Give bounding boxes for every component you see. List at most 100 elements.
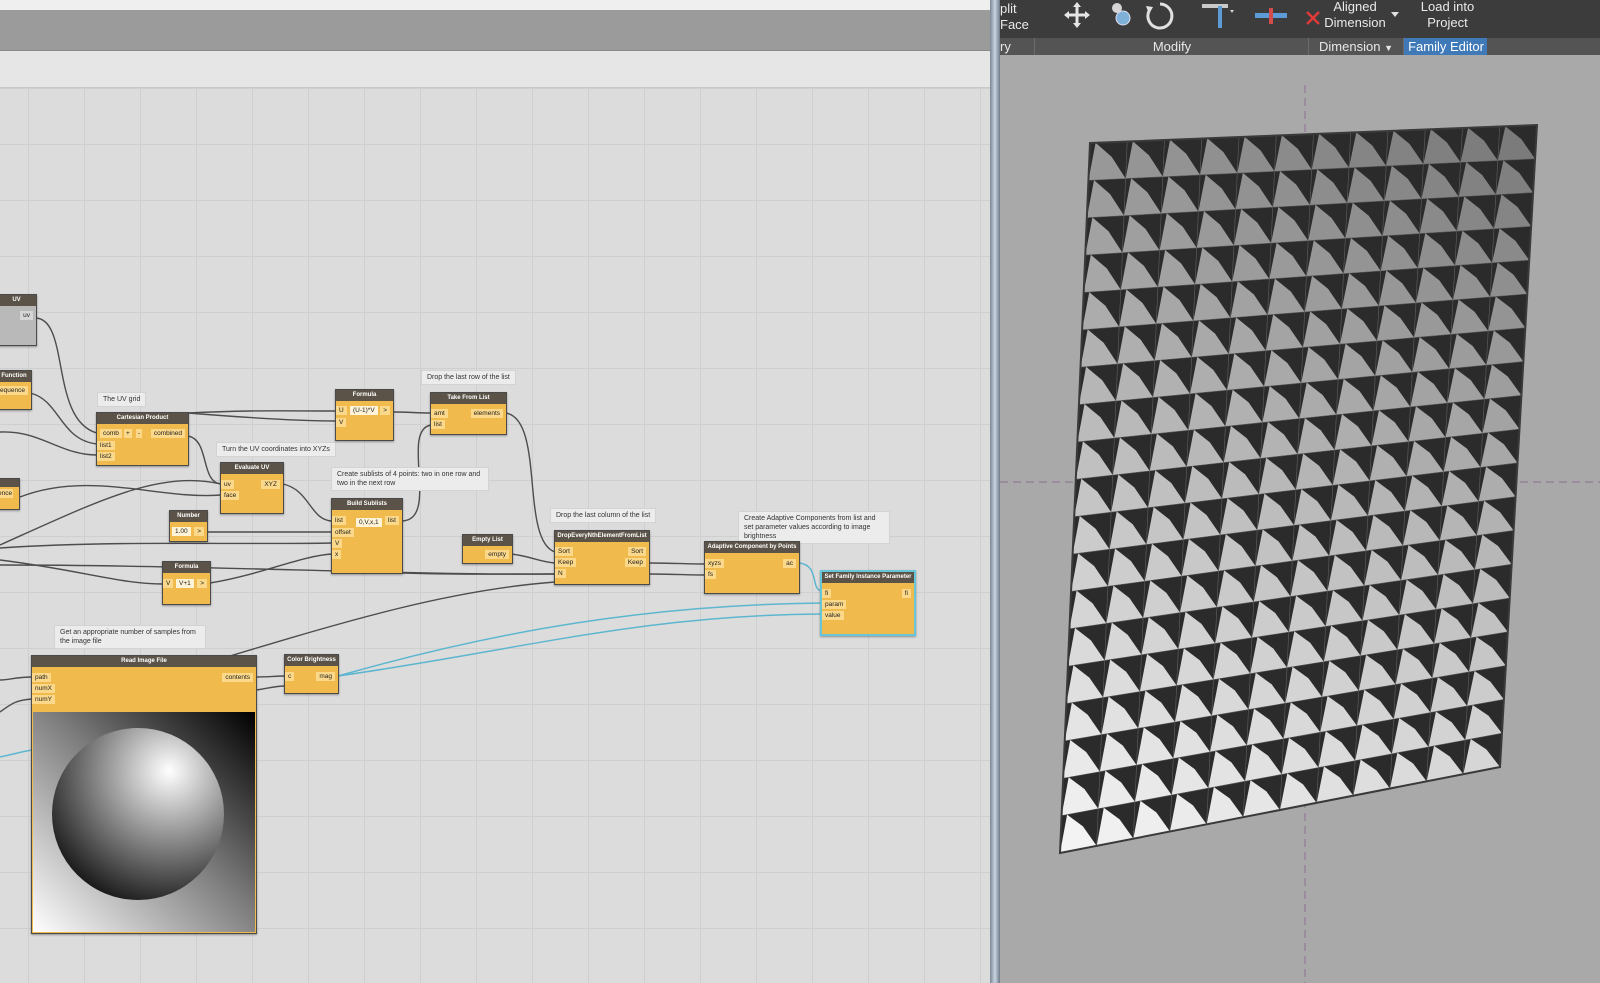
- node-take-from-list[interactable]: Take From List amt elements list: [430, 392, 507, 435]
- port-dropnth-sort-out[interactable]: Sort: [628, 547, 646, 556]
- port-list2[interactable]: list2: [97, 452, 115, 461]
- port-number-out[interactable]: >: [194, 527, 204, 536]
- 3d-view-canvas[interactable]: [1000, 55, 1600, 983]
- wire-empty-dropnth: [510, 553, 556, 564]
- move-icon[interactable]: [1062, 0, 1092, 30]
- node-set-family-instance-parameter[interactable]: Set Family Instance Parameter fi fi para…: [820, 570, 916, 636]
- note-samples[interactable]: Get an appropriate number of samples fro…: [54, 625, 206, 649]
- port-formula-2-out[interactable]: >: [197, 579, 207, 588]
- node-take-title: Take From List: [431, 393, 506, 404]
- adaptive-panel-surface[interactable]: [1000, 55, 1600, 983]
- trim-icon[interactable]: [1200, 0, 1236, 32]
- port-dropnth-keep-out[interactable]: Keep: [624, 558, 646, 567]
- remove-input-button[interactable]: -: [136, 429, 143, 438]
- pane-splitter[interactable]: [990, 0, 1000, 983]
- load-into-project-button[interactable]: Load into Project: [1405, 0, 1490, 31]
- port-sublists-x[interactable]: x: [332, 550, 342, 559]
- port-sublists-v[interactable]: V: [332, 539, 343, 548]
- port-list1[interactable]: list1: [97, 441, 115, 450]
- wire-cartesian-formula: [187, 410, 337, 414]
- wire-seq-cartesian: [29, 392, 98, 445]
- wire-uv-cartesian: [35, 317, 98, 434]
- node-adaptive-component[interactable]: Adaptive Component by Points xyzs ac fs: [704, 541, 800, 594]
- port-xyz[interactable]: XYZ: [261, 480, 280, 489]
- port-uv[interactable]: uv: [221, 480, 234, 489]
- port-xyzs[interactable]: xyzs: [705, 559, 724, 568]
- port-ac[interactable]: ac: [783, 559, 796, 568]
- node-read-image-file[interactable]: Read Image File path contents numX numY: [31, 655, 257, 934]
- node-formula-1-title: Formula: [336, 390, 393, 401]
- port-contents[interactable]: contents: [222, 673, 253, 682]
- port-amt[interactable]: amt: [431, 409, 448, 418]
- node-uv-title: UV: [0, 295, 36, 306]
- split-element-icon[interactable]: [1254, 6, 1288, 26]
- node-setparam-title: Set Family Instance Parameter: [822, 572, 914, 583]
- note-drop-last-row[interactable]: Drop the last row of the list: [421, 370, 516, 385]
- port-dropnth-keep-in[interactable]: Keep: [555, 558, 577, 567]
- port-sublists-out[interactable]: list: [385, 516, 399, 525]
- panel-dimension[interactable]: Dimension ▼: [1308, 38, 1403, 55]
- port-combined[interactable]: combined: [150, 429, 185, 438]
- port-comb[interactable]: comb: [100, 429, 122, 438]
- add-input-button[interactable]: +: [124, 429, 132, 438]
- aligned-dropdown-icon[interactable]: [1391, 12, 1399, 18]
- port-u[interactable]: U: [336, 406, 347, 415]
- node-uv-out[interactable]: uv: [20, 311, 33, 320]
- rotate-icon[interactable]: [1144, 0, 1176, 32]
- port-sublists-list[interactable]: list: [332, 516, 346, 525]
- port-empty[interactable]: empty: [485, 550, 509, 559]
- node-sequence-port[interactable]: equence: [0, 386, 28, 395]
- port-dropnth-n[interactable]: N: [555, 569, 566, 578]
- node-cartesian-product[interactable]: Cartesian Product comb + - combined list…: [96, 412, 189, 466]
- wire-left-formula2: [0, 559, 164, 585]
- node-sequence-2-port[interactable]: ence: [0, 489, 14, 498]
- split-face-button[interactable]: plit Face: [1000, 1, 1048, 33]
- port-fi-out[interactable]: fi: [901, 589, 911, 598]
- port-elements[interactable]: elements: [470, 409, 503, 418]
- port-value[interactable]: value: [822, 611, 844, 620]
- node-number[interactable]: Number 1.00 >: [169, 510, 208, 542]
- formula-1-expression[interactable]: (U-1)*V: [350, 406, 378, 415]
- port-dropnth-sort-in[interactable]: Sort: [555, 547, 573, 556]
- port-offset[interactable]: offset: [332, 528, 354, 537]
- note-sublists[interactable]: Create sublists of 4 points: two in one …: [331, 467, 489, 491]
- node-sequence[interactable]: Function equence: [0, 370, 32, 410]
- number-value-input[interactable]: 1.00: [172, 527, 191, 536]
- port-numy[interactable]: numY: [32, 695, 55, 704]
- node-drop-every-nth[interactable]: DropEveryNthElementFromList Sort Sort Ke…: [554, 530, 650, 585]
- note-drop-last-column[interactable]: Drop the last column of the list: [550, 508, 657, 523]
- node-evaluate-uv[interactable]: Evaluate UV uv XYZ face: [220, 462, 284, 514]
- port-param[interactable]: param: [822, 600, 847, 609]
- panel-dimension-label: Dimension: [1319, 39, 1381, 54]
- port-mag[interactable]: mag: [316, 672, 335, 681]
- panel-geometry[interactable]: ry: [1000, 38, 1034, 55]
- panel-family-editor[interactable]: Family Editor: [1403, 38, 1488, 55]
- node-empty-list[interactable]: Empty List empty: [462, 534, 513, 564]
- port-fi-in[interactable]: fi: [822, 589, 832, 598]
- note-uv-to-xyz[interactable]: Turn the UV coordinates into XYZs: [216, 442, 336, 457]
- node-formula-1[interactable]: Formula U (U-1)*V > V: [335, 389, 394, 441]
- aligned-dimension-button[interactable]: Aligned Dimension: [1315, 0, 1395, 31]
- port-formula-1-out[interactable]: >: [380, 406, 390, 415]
- port-numx[interactable]: numX: [32, 684, 55, 693]
- node-sequence-2[interactable]: ence: [0, 478, 20, 510]
- port-list[interactable]: list: [431, 420, 445, 429]
- panel-modify[interactable]: Modify: [1034, 38, 1309, 55]
- port-fs[interactable]: fs: [705, 570, 717, 579]
- sublists-expression[interactable]: 0,V,x,1: [356, 518, 382, 527]
- wire-left-cartesian: [0, 431, 98, 456]
- note-uv-grid[interactable]: The UV grid: [97, 392, 147, 407]
- copy-icon[interactable]: [1107, 0, 1133, 30]
- node-uv[interactable]: UV uv: [0, 294, 37, 346]
- port-v2[interactable]: V: [163, 579, 174, 588]
- panel-dimension-dropdown-icon[interactable]: ▼: [1384, 43, 1393, 53]
- note-create-adaptive[interactable]: Create Adaptive Components from list and…: [738, 511, 890, 544]
- port-c[interactable]: c: [285, 672, 295, 681]
- port-v[interactable]: V: [336, 418, 347, 427]
- node-formula-2[interactable]: Formula V V+1 >: [162, 561, 211, 605]
- formula-2-expression[interactable]: V+1: [176, 579, 194, 588]
- port-face[interactable]: face: [221, 491, 240, 500]
- node-color-brightness[interactable]: Color Brightness c mag: [284, 654, 339, 694]
- node-build-sublists[interactable]: Build Sublists list 0,V,x,1 list offset …: [331, 498, 403, 574]
- port-path[interactable]: path: [32, 673, 51, 682]
